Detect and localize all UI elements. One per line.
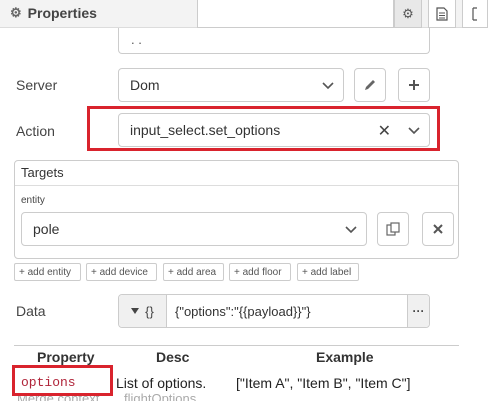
- entity-value: pole: [33, 221, 60, 237]
- table-divider: [14, 345, 459, 346]
- add-label-button[interactable]: + add label: [297, 263, 359, 281]
- data-value: {"options":"{{payload}}"}: [175, 304, 311, 319]
- properties-title-text: Properties: [27, 5, 97, 21]
- bracket-icon: [472, 6, 477, 21]
- server-label: Server: [16, 77, 58, 93]
- add-area-button[interactable]: + add area: [163, 263, 224, 281]
- json-type-icon: {}: [145, 303, 154, 319]
- table-header-desc: Desc: [156, 349, 190, 365]
- table-cell-example: ["Item A", "Item B", "Item C"]: [236, 375, 411, 391]
- targets-divider: [15, 185, 458, 186]
- gear-icon: ⚙: [402, 5, 414, 21]
- pencil-icon: [365, 80, 375, 90]
- server-value: Dom: [130, 77, 160, 93]
- caret-down-icon: [131, 308, 140, 314]
- document-icon: [436, 6, 448, 21]
- gear-icon: ⚙: [10, 5, 22, 20]
- options-highlight-box: [12, 365, 113, 396]
- description-tab-button[interactable]: [428, 0, 456, 28]
- properties-header: ⚙ Properties ⚙: [0, 0, 488, 28]
- table-cell-desc: List of options.: [116, 375, 207, 391]
- table-header-example: Example: [316, 349, 374, 365]
- ellipsis-icon: ···: [412, 304, 425, 318]
- add-device-button[interactable]: + add device: [86, 263, 157, 281]
- close-icon: [433, 224, 443, 234]
- remove-entity-button[interactable]: [422, 212, 454, 246]
- add-entity-button[interactable]: + add entity: [14, 263, 81, 281]
- table-header-property: Property: [37, 349, 95, 365]
- expand-editor-button[interactable]: ···: [407, 295, 429, 327]
- edit-server-button[interactable]: [354, 68, 386, 102]
- targets-title: Targets: [21, 165, 64, 180]
- entity-select[interactable]: pole: [21, 212, 367, 246]
- server-select[interactable]: Dom: [118, 68, 344, 102]
- chevron-down-icon: [344, 222, 358, 236]
- table-next-row-desc: flightOptions: [124, 391, 197, 401]
- copy-icon: [386, 222, 400, 236]
- entity-label: entity: [21, 195, 45, 206]
- add-server-button[interactable]: [398, 68, 430, 102]
- scrolled-field[interactable]: . .: [118, 28, 430, 54]
- targets-panel: Targets entity pole: [14, 160, 459, 259]
- data-type-selector[interactable]: {}: [119, 295, 167, 327]
- scrolled-field-value: . .: [131, 32, 142, 47]
- action-highlight-box: [87, 106, 440, 151]
- copy-entity-button[interactable]: [377, 212, 409, 246]
- data-typed-input[interactable]: {} {"options":"{{payload}}"} ···: [118, 294, 430, 328]
- header-tab-area: [197, 0, 394, 28]
- properties-title: ⚙ Properties: [10, 5, 97, 21]
- plus-icon: [409, 80, 419, 90]
- chevron-down-icon: [321, 78, 335, 92]
- appearance-tab-button[interactable]: [462, 0, 488, 28]
- data-label: Data: [16, 303, 46, 319]
- add-floor-button[interactable]: + add floor: [229, 263, 291, 281]
- action-label: Action: [16, 123, 55, 139]
- settings-tab-button[interactable]: ⚙: [394, 0, 422, 28]
